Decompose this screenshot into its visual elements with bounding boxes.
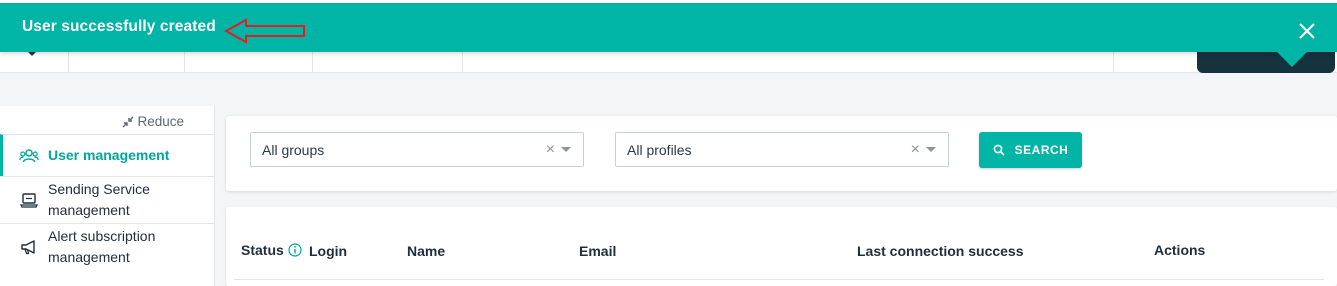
chevron-down-icon[interactable] <box>561 147 571 152</box>
sidebar-item-user-management[interactable]: User management <box>0 134 214 176</box>
clear-icon[interactable]: × <box>911 141 920 159</box>
chevron-down-icon[interactable] <box>926 147 936 152</box>
reduce-label: Reduce <box>137 114 184 129</box>
search-icon <box>993 144 1005 156</box>
groups-select[interactable]: All groups × <box>250 132 584 167</box>
sidebar-item-label: Sending Service management <box>48 181 150 218</box>
column-header-label: Last connection success <box>857 243 1024 259</box>
table-header-divider <box>234 279 1324 280</box>
megaphone-icon <box>18 238 40 256</box>
sidebar-item-label: Alert subscription management <box>48 228 156 265</box>
profiles-select[interactable]: All profiles × <box>615 132 949 167</box>
filter-card: All groups × All profiles × SEARCH <box>226 116 1337 191</box>
success-toast: User successfully created <box>0 3 1337 52</box>
search-button-label: SEARCH <box>1014 143 1069 157</box>
close-icon[interactable] <box>1296 20 1318 42</box>
sidebar-item-sending-service-management[interactable]: Sending Service management <box>0 176 214 223</box>
reduce-button[interactable]: Reduce <box>121 114 184 129</box>
collapse-arrows-icon <box>122 116 134 127</box>
red-arrow-annotation-icon <box>224 18 305 44</box>
column-header-actions: Actions <box>1154 242 1205 258</box>
search-button[interactable]: SEARCH <box>979 132 1082 168</box>
sidebar: Reduce User management Sending Service m… <box>0 106 215 286</box>
column-header-label: Status <box>241 242 284 258</box>
clear-icon[interactable]: × <box>546 141 555 159</box>
profiles-select-value: All profiles <box>627 141 692 158</box>
laptop-icon <box>18 191 40 209</box>
info-icon[interactable] <box>288 243 302 257</box>
sidebar-item-label: User management <box>48 147 170 163</box>
column-header-last-connection-success[interactable]: Last connection success <box>857 243 1024 259</box>
toast-message: User successfully created <box>22 18 216 35</box>
toast-pointer <box>1277 52 1307 67</box>
users-table: Status Login Name Email Last connection … <box>226 207 1337 286</box>
column-header-label: Login <box>309 243 348 259</box>
column-header-login[interactable]: Login <box>309 243 347 259</box>
column-header-label: Actions <box>1154 242 1206 258</box>
column-header-email[interactable]: Email <box>579 243 616 259</box>
users-icon <box>18 147 40 165</box>
sidebar-item-alert-subscription-management[interactable]: Alert subscription management <box>0 223 214 270</box>
groups-select-value: All groups <box>262 141 325 158</box>
column-header-label: Name <box>407 243 446 259</box>
column-header-label: Email <box>579 243 617 259</box>
column-header-name[interactable]: Name <box>407 243 445 259</box>
column-header-status[interactable]: Status <box>241 242 302 258</box>
